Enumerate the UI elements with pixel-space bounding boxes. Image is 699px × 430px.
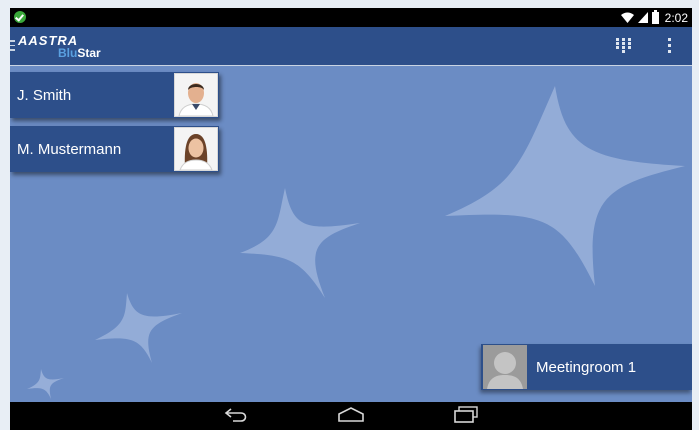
wifi-icon bbox=[620, 12, 634, 23]
favorites-area: J. Smith M. Mustermann Meetingroom 1 bbox=[10, 66, 692, 402]
background-star-icon bbox=[95, 293, 182, 363]
status-indicators: 2:02 bbox=[620, 9, 688, 26]
status-time: 2:02 bbox=[664, 10, 688, 25]
app-bar: AASTRA BluStar bbox=[10, 27, 692, 66]
drawer-indicator-icon[interactable] bbox=[10, 40, 15, 51]
default-avatar-icon bbox=[483, 345, 527, 389]
male-contact-photo bbox=[174, 73, 218, 117]
recent-apps-icon[interactable] bbox=[453, 406, 479, 424]
check-circle-icon bbox=[14, 11, 26, 23]
status-bar: 2:02 bbox=[10, 8, 692, 27]
navigation-bar bbox=[10, 402, 692, 430]
contact-name: M. Mustermann bbox=[17, 140, 122, 158]
background-star-icon bbox=[240, 188, 360, 298]
overflow-menu-icon[interactable] bbox=[666, 38, 672, 54]
home-icon[interactable] bbox=[337, 406, 365, 422]
meeting-room-tile[interactable]: Meetingroom 1 bbox=[481, 344, 692, 390]
contact-name: J. Smith bbox=[17, 86, 72, 104]
logo-subtext: BluStar bbox=[58, 46, 101, 60]
contact-tile[interactable]: M. Mustermann bbox=[10, 126, 219, 172]
app-logo: AASTRA BluStar bbox=[18, 33, 118, 61]
tablet-screen: 2:02 AASTRA BluStar J. Smith M. Musterma… bbox=[10, 8, 692, 430]
back-icon[interactable] bbox=[223, 406, 249, 422]
battery-icon bbox=[651, 9, 659, 24]
contact-tile[interactable]: J. Smith bbox=[10, 72, 219, 118]
background-star-icon bbox=[445, 86, 685, 286]
female-contact-photo bbox=[174, 127, 218, 171]
signal-icon bbox=[637, 12, 648, 23]
logo-sub-prefix: Blu bbox=[58, 46, 78, 60]
logo-sub-suffix: Star bbox=[77, 46, 101, 60]
dialpad-icon[interactable] bbox=[616, 38, 631, 53]
meeting-room-name: Meetingroom 1 bbox=[536, 358, 637, 376]
background-star-icon bbox=[27, 369, 64, 399]
